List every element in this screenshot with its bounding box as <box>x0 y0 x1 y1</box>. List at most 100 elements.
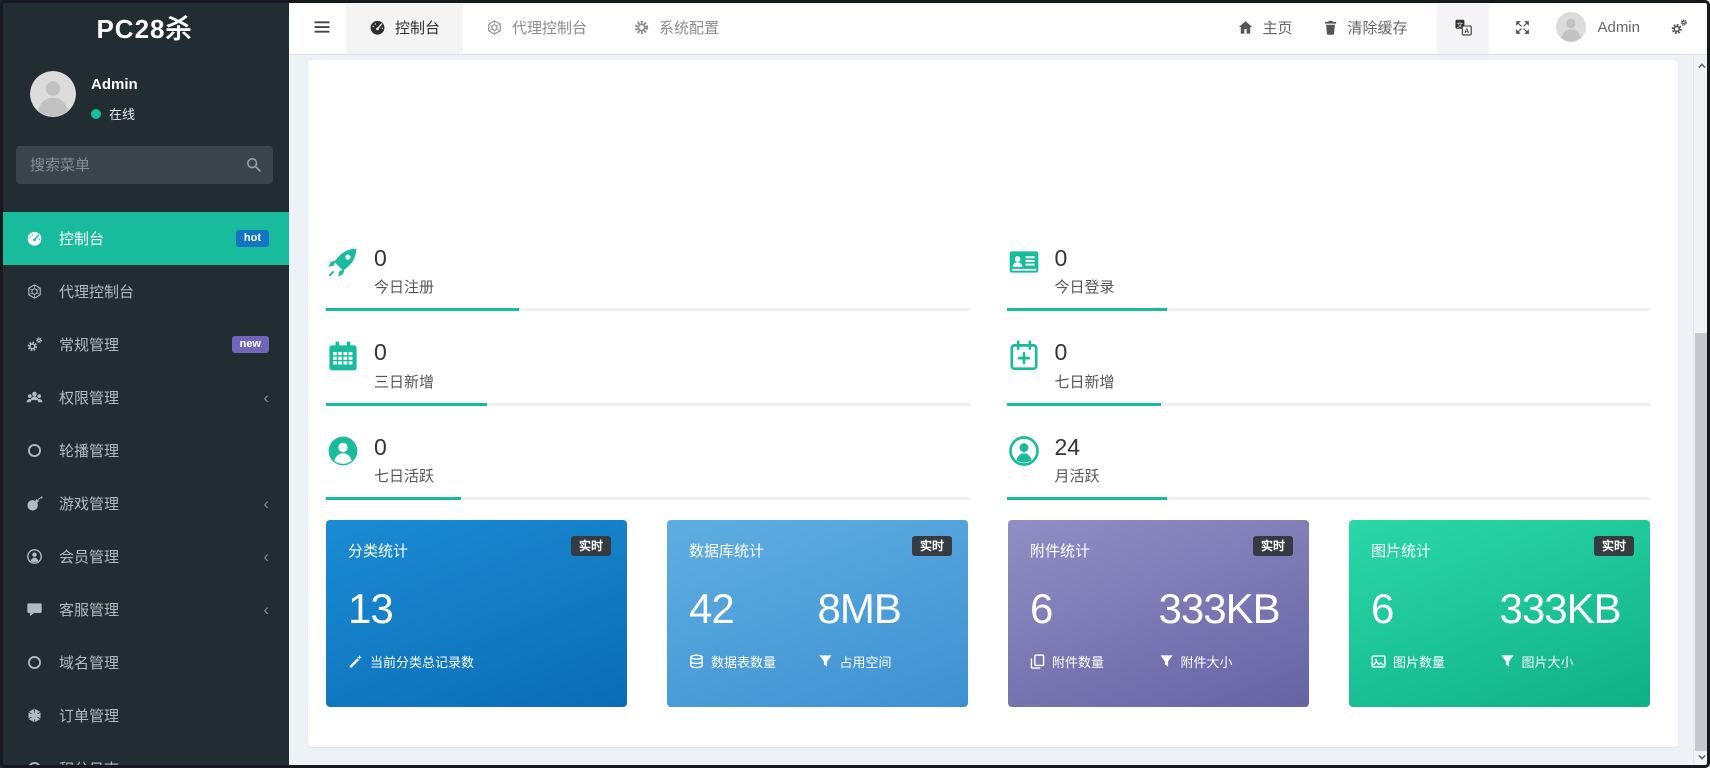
sidebar-item-label: 客服管理 <box>59 599 119 620</box>
stat-value: 0 <box>374 434 434 460</box>
settings-cogs-icon[interactable] <box>1670 18 1688 36</box>
username[interactable]: Admin <box>1597 19 1640 36</box>
sidebar-item-label: 域名管理 <box>59 652 119 673</box>
clear-cache-button[interactable]: 清除缓存 <box>1322 17 1407 38</box>
sidebar-item-games[interactable]: 游戏管理 ‹ <box>0 477 289 530</box>
magic-wand-icon <box>348 654 363 669</box>
calendar-icon <box>326 339 360 373</box>
fullscreen-icon[interactable] <box>1514 19 1531 36</box>
hamburger-menu-icon[interactable] <box>312 18 332 36</box>
id-card-icon <box>1007 245 1041 279</box>
card-image-stats[interactable]: 图片统计 实时 6 图片数量 <box>1349 520 1650 707</box>
card-title: 图片统计 <box>1371 540 1628 561</box>
sidebar-item-members[interactable]: 会员管理 ‹ <box>0 530 289 583</box>
card-category-stats[interactable]: 分类统计 实时 13 当前分类总记录数 <box>326 520 627 707</box>
user-circle-icon <box>26 548 48 565</box>
stat-seven-day-new: 0 七日新增 <box>1007 339 1651 405</box>
comment-icon <box>26 601 48 618</box>
sidebar-item-general[interactable]: 常规管理 new <box>0 318 289 371</box>
stat-progress-bar <box>326 403 970 406</box>
stat-three-day-new: 0 三日新增 <box>326 339 970 405</box>
avatar[interactable] <box>1556 12 1586 42</box>
language-switch-button[interactable]: 文 A <box>1437 0 1489 54</box>
filter-icon <box>1159 654 1174 669</box>
image-icon <box>1371 654 1386 669</box>
tab-label: 控制台 <box>395 17 440 38</box>
dashboard-icon <box>26 230 48 247</box>
tab-system-config[interactable]: 系统配置 <box>610 0 742 54</box>
sidebar-item-domains[interactable]: 域名管理 <box>0 636 289 689</box>
stat-label: 七日活跃 <box>374 465 434 486</box>
sidebar-item-points-log[interactable]: 积分日志 <box>0 742 289 768</box>
hot-badge: hot <box>236 230 269 247</box>
card-value: 333KB <box>1500 588 1629 630</box>
sidebar-item-permissions[interactable]: 权限管理 ‹ <box>0 371 289 424</box>
chevron-left-icon: ‹ <box>263 495 269 512</box>
users-icon <box>26 389 48 406</box>
card-value: 6 <box>1371 588 1500 630</box>
search-input[interactable] <box>16 146 273 184</box>
rocket-icon <box>326 245 360 279</box>
avatar[interactable] <box>30 71 76 117</box>
cogs-icon <box>26 336 48 353</box>
filter-icon <box>818 654 833 669</box>
stat-value: 24 <box>1055 434 1100 460</box>
svg-text:A: A <box>1464 28 1469 35</box>
scrollbar-thumb[interactable] <box>1695 333 1709 751</box>
summary-cards: 分类统计 实时 13 当前分类总记录数 <box>326 520 1650 707</box>
sidebar-search <box>16 146 273 184</box>
card-attachment-stats[interactable]: 附件统计 实时 6 附件数量 333KB <box>1008 520 1309 707</box>
sidebar-item-orders[interactable]: 订单管理 <box>0 689 289 742</box>
chevron-left-icon: ‹ <box>263 548 269 565</box>
card-title: 附件统计 <box>1030 540 1287 561</box>
tab-label: 代理控制台 <box>512 17 587 38</box>
user-status-label: 在线 <box>109 104 135 123</box>
card-value-label: 当前分类总记录数 <box>370 652 474 671</box>
stat-today-register: 0 今日注册 <box>326 245 970 311</box>
sidebar-item-dashboard[interactable]: 控制台 hot <box>0 212 289 265</box>
stat-seven-day-active: 0 七日活跃 <box>326 434 970 500</box>
card-title: 数据库统计 <box>689 540 946 561</box>
scroll-down-arrow-icon[interactable] <box>1694 749 1710 765</box>
content-area: 0 今日注册 0 今日登录 <box>289 55 1693 768</box>
home-label: 主页 <box>1262 17 1292 38</box>
card-value: 6 <box>1030 588 1159 630</box>
search-icon[interactable] <box>245 156 262 173</box>
user-status: 在线 <box>91 104 138 123</box>
sidebar-item-carousel[interactable]: 轮播管理 <box>0 424 289 477</box>
scroll-up-arrow-icon[interactable] <box>1694 58 1710 74</box>
card-database-stats[interactable]: 数据库统计 实时 42 数据表数量 <box>667 520 968 707</box>
sidebar-item-label: 订单管理 <box>59 705 119 726</box>
brand-title: PC28杀 <box>0 0 289 55</box>
user-outline-icon <box>1007 434 1041 468</box>
sidebar-item-label: 常规管理 <box>59 334 119 355</box>
sidebar-item-label: 权限管理 <box>59 387 119 408</box>
dashboard-icon <box>369 19 386 36</box>
tab-label: 系统配置 <box>659 17 719 38</box>
sidebar: PC28杀 Admin 在线 控制台 hot <box>0 0 289 768</box>
trash-icon <box>1322 19 1339 36</box>
gear-icon <box>633 19 650 36</box>
stat-progress-bar <box>1007 497 1651 500</box>
translate-icon: 文 A <box>1454 18 1473 37</box>
stat-value: 0 <box>1055 245 1115 271</box>
sidebar-item-label: 代理控制台 <box>59 281 134 302</box>
calendar-plus-icon <box>1007 339 1041 373</box>
stat-label: 今日注册 <box>374 276 434 297</box>
sidebar-item-support[interactable]: 客服管理 ‹ <box>0 583 289 636</box>
vertical-scrollbar[interactable] <box>1693 55 1710 768</box>
tab-agent-dashboard[interactable]: 代理控制台 <box>463 0 610 54</box>
filter-icon <box>1500 654 1515 669</box>
stat-value: 0 <box>374 339 434 365</box>
card-value: 13 <box>348 588 605 630</box>
stats-grid: 0 今日注册 0 今日登录 <box>326 245 1650 500</box>
card-value: 8MB <box>818 588 947 630</box>
sidebar-menu: 控制台 hot 代理控制台 常规管理 new 权限管理 ‹ <box>0 212 289 768</box>
sidebar-item-agent-dashboard[interactable]: 代理控制台 <box>0 265 289 318</box>
tab-dashboard[interactable]: 控制台 <box>346 0 463 54</box>
realtime-badge: 实时 <box>912 536 952 556</box>
stat-value: 0 <box>374 245 434 271</box>
home-link[interactable]: 主页 <box>1237 17 1292 38</box>
stat-label: 今日登录 <box>1055 276 1115 297</box>
chevron-left-icon: ‹ <box>263 601 269 618</box>
